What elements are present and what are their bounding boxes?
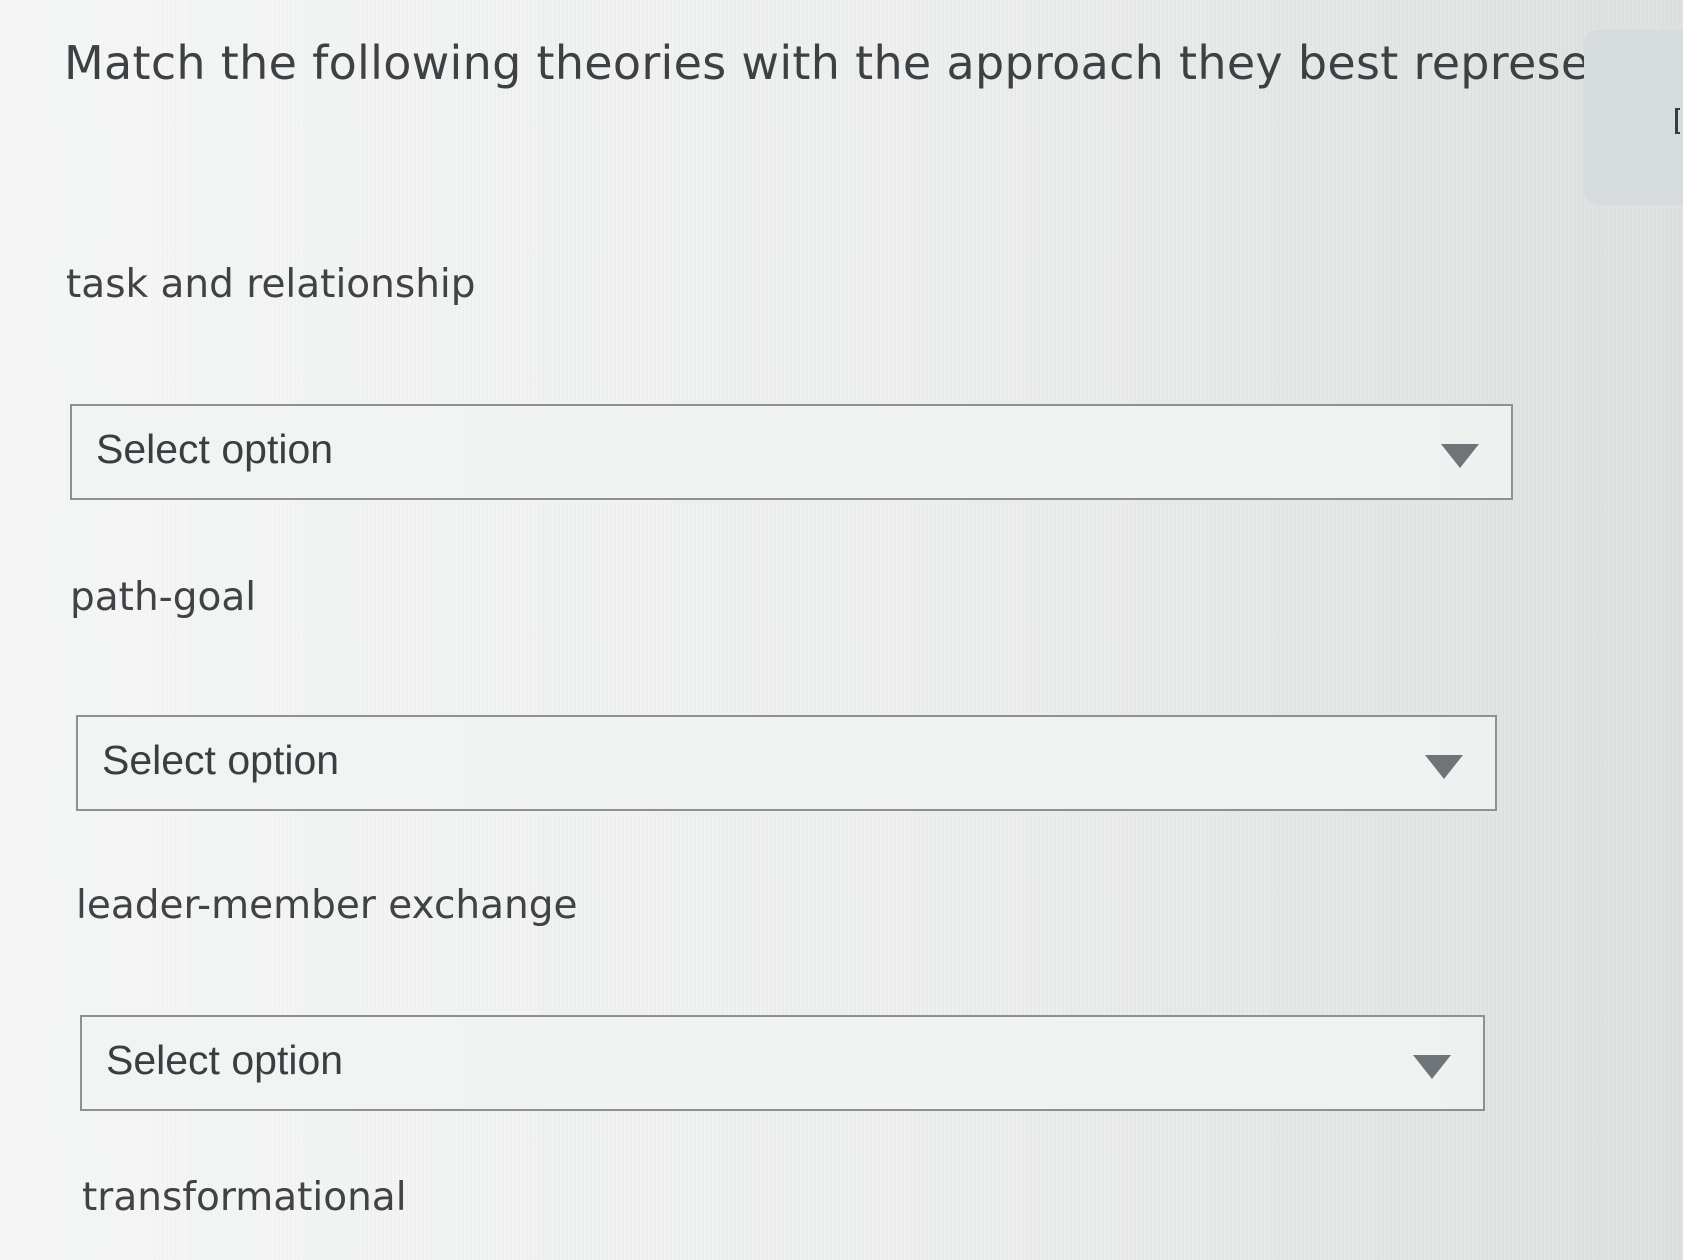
chevron-down-icon bbox=[1413, 1055, 1451, 1079]
select-path-goal[interactable]: Select option bbox=[76, 715, 1497, 811]
bracket-icon bbox=[1675, 108, 1680, 134]
select-value: Select option bbox=[106, 1037, 344, 1083]
select-leader-member-exchange[interactable]: Select option bbox=[80, 1015, 1485, 1111]
page: Match the following theories with the ap… bbox=[0, 0, 1683, 1260]
item-label-leader-member-exchange: leader-member exchange bbox=[76, 883, 578, 928]
chevron-down-icon bbox=[1441, 444, 1479, 468]
select-value: Select option bbox=[102, 737, 340, 783]
item-label-task-and-relationship: task and relationship bbox=[66, 262, 476, 307]
item-label-transformational: transformational bbox=[82, 1175, 407, 1220]
item-label-path-goal: path-goal bbox=[70, 575, 257, 620]
select-task-and-relationship[interactable]: Select option bbox=[70, 404, 1513, 500]
chevron-down-icon bbox=[1425, 755, 1463, 779]
side-panel[interactable] bbox=[1584, 30, 1683, 205]
question-title: Match the following theories with the ap… bbox=[64, 36, 1653, 90]
select-value: Select option bbox=[96, 426, 334, 472]
